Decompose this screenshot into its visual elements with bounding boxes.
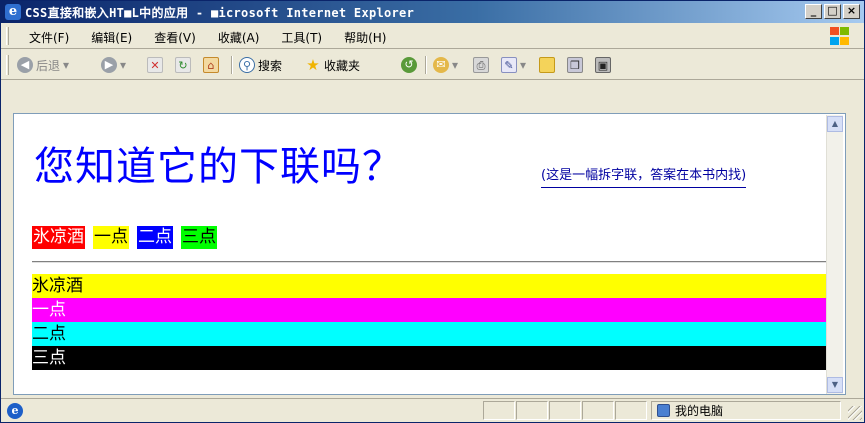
research-button[interactable]: ❒ [567,56,583,74]
home-button[interactable]: ⌂ [203,56,219,74]
menu-grip[interactable] [6,27,9,45]
hint-text: (这是一幅拆字联，答案在本书内找) [541,164,747,188]
research-icon: ❒ [567,57,583,73]
mail-dropdown-icon[interactable]: ▾ [452,58,458,72]
edit-button[interactable]: ✎ ▾ [501,56,526,74]
page-heading: 您知道它的下联吗？ [34,144,403,190]
status-panel [516,401,548,420]
print-icon: ⎙ [473,57,489,73]
ie-logo-icon: e [5,4,21,20]
status-panel [582,401,614,420]
color-bars: 氷凉酒 一点 二点 三点 [32,274,832,370]
menu-view[interactable]: 查看(V) [154,29,196,46]
favorites-button[interactable]: ★ 收藏夹 [305,56,360,74]
status-bar: e 我的电脑 [1,398,864,422]
discuss-button[interactable] [539,56,555,74]
messenger-button[interactable]: ▣ [595,56,611,74]
menu-edit[interactable]: 编辑(E) [91,29,132,46]
search-label: 搜索 [258,58,283,73]
stop-icon: ✕ [147,57,163,73]
history-button[interactable]: ↺ [401,56,417,74]
status-panel [483,401,515,420]
back-button[interactable]: ◀ 后退 ▾ [17,56,69,74]
color-bar: 氷凉酒 [32,274,832,298]
edit-dropdown-icon[interactable]: ▾ [520,58,526,72]
refresh-button[interactable]: ↻ [175,56,191,74]
tag-row: 氷凉酒 一点 二点 三点 [32,226,217,249]
browser-window: e CSS直接和嵌入HT■L中的应用 - ■icrosoft Internet … [0,0,865,423]
tag-item: 一点 [93,226,129,249]
tag-item: 二点 [137,226,173,249]
menu-bar: 文件(F) 编辑(E) 查看(V) 收藏(A) 工具(T) 帮助(H) [1,23,864,49]
color-bar: 一点 [32,298,832,322]
horizontal-rule [32,261,832,263]
status-panels [483,401,648,420]
title-bar[interactable]: e CSS直接和嵌入HT■L中的应用 - ■icrosoft Internet … [1,1,864,23]
resize-grip[interactable] [848,406,862,420]
search-button[interactable]: ⚲ 搜索 [239,56,282,74]
back-arrow-icon: ◀ [17,57,33,73]
toolbar-separator [425,56,427,74]
window-title: CSS直接和嵌入HT■L中的应用 - ■icrosoft Internet Ex… [25,6,415,20]
menu-favorites[interactable]: 收藏(A) [218,29,260,46]
computer-icon [657,404,670,417]
menu-tools[interactable]: 工具(T) [281,29,322,46]
toolbar-grip[interactable] [6,55,9,75]
page-status-icon: e [7,403,23,419]
home-icon: ⌂ [203,57,219,73]
folder-icon [539,57,555,73]
windows-logo-icon [828,26,850,46]
standard-toolbar: ◀ 后退 ▾ ▶ ▾ ✕ ↻ ⌂ ⚲ 搜索 ★ 收藏夹 ↺ ✉ ▾ ⎙ ✎ ▾ … [1,50,864,80]
edit-page-icon: ✎ [501,57,517,73]
favorites-label: 收藏夹 [324,58,361,73]
forward-button[interactable]: ▶ ▾ [101,56,126,74]
close-button[interactable]: × [843,4,860,19]
mail-icon: ✉ [433,57,449,73]
vertical-scrollbar[interactable]: ▲ ▼ [826,115,843,394]
toolbar-separator [231,56,233,74]
security-zone[interactable]: 我的电脑 [651,401,841,420]
menu-file[interactable]: 文件(F) [29,29,69,46]
favorites-star-icon: ★ [306,56,320,74]
color-bar: 三点 [32,346,832,370]
status-panel [615,401,647,420]
history-icon: ↺ [401,57,417,73]
forward-arrow-icon: ▶ [101,57,117,73]
zone-label: 我的电脑 [675,404,724,418]
page-viewport: 您知道它的下联吗？ (这是一幅拆字联，答案在本书内找) 氷凉酒 一点 二点 三点… [13,113,846,395]
back-dropdown-icon[interactable]: ▾ [63,58,69,72]
status-panel [549,401,581,420]
color-bar: 二点 [32,322,832,346]
window-controls: _ □ × [805,4,860,19]
tag-item: 三点 [181,226,217,249]
menu-help[interactable]: 帮助(H) [344,29,386,46]
maximize-button[interactable]: □ [824,4,841,19]
scroll-down-button[interactable]: ▼ [827,377,843,393]
minimize-button[interactable]: _ [805,4,822,19]
mail-button[interactable]: ✉ ▾ [433,56,458,74]
refresh-icon: ↻ [175,57,191,73]
search-icon: ⚲ [239,57,255,73]
tag-item: 氷凉酒 [32,226,85,249]
print-button[interactable]: ⎙ [473,56,489,74]
forward-dropdown-icon[interactable]: ▾ [120,58,126,72]
scroll-up-button[interactable]: ▲ [827,116,843,132]
stop-button[interactable]: ✕ [147,56,163,74]
back-label: 后退 [36,58,61,73]
messenger-icon: ▣ [595,57,611,73]
